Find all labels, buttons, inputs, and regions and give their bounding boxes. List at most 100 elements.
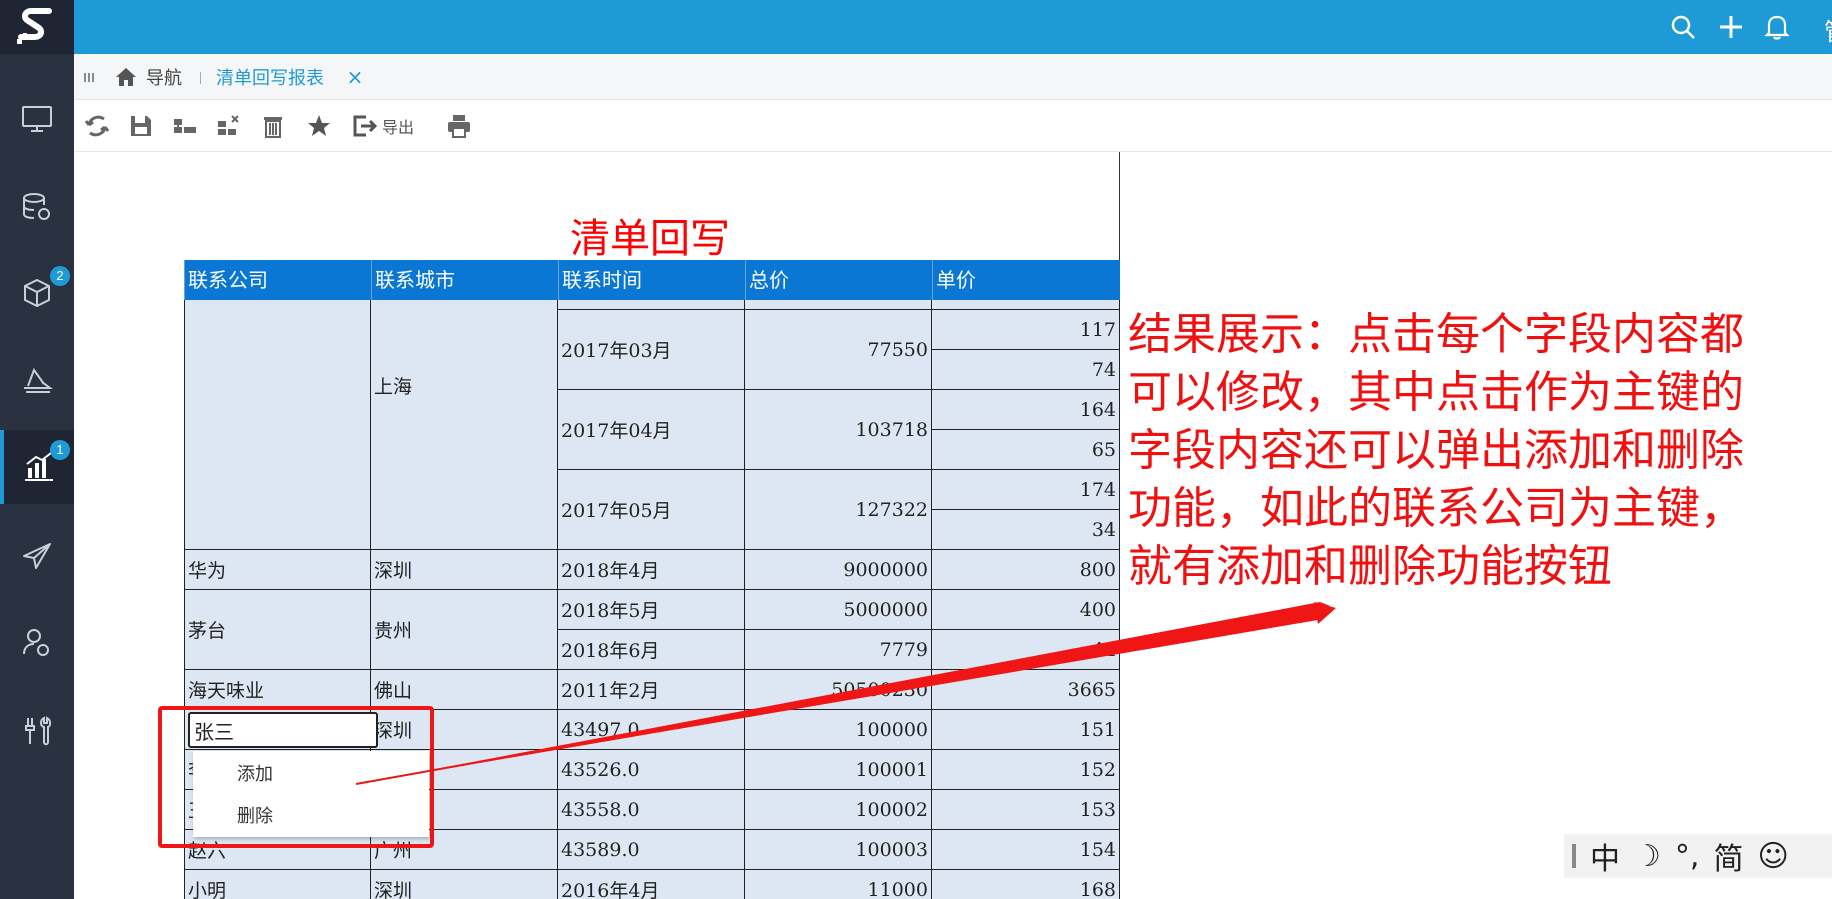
monitor-icon — [22, 106, 52, 132]
cell-unit[interactable]: 168 — [932, 870, 1120, 899]
header-unit: 单价 — [932, 260, 1120, 300]
cell-time[interactable]: 43558.0 — [558, 790, 745, 830]
sidebar-item-users[interactable] — [0, 606, 74, 680]
cell-total[interactable]: 100000 — [745, 710, 932, 750]
cell-city[interactable]: 深圳 — [371, 550, 558, 590]
sidebar-item-tools[interactable] — [0, 694, 74, 768]
cell-city[interactable]: 深圳 — [371, 870, 558, 899]
cell-time[interactable]: 2017年04月 — [558, 390, 745, 470]
cell-unit[interactable]: 34 — [932, 510, 1120, 550]
top-bar: 管 — [74, 0, 1832, 54]
cell-unit[interactable]: 44 — [932, 630, 1120, 670]
bell-icon — [1764, 15, 1790, 40]
cell-unit[interactable]: 74 — [932, 350, 1120, 390]
report-badge: 1 — [50, 440, 70, 460]
cell-unit[interactable]: 153 — [932, 790, 1120, 830]
close-icon: × — [346, 65, 364, 89]
save-button[interactable] — [128, 112, 154, 140]
cell-total[interactable]: 103718 — [745, 390, 932, 470]
sidebar-item-publish[interactable] — [0, 520, 74, 594]
cell-city[interactable]: 贵州 — [371, 590, 558, 670]
delete-row-button[interactable] — [216, 112, 242, 140]
cell-time[interactable]: 2016年4月 — [558, 870, 745, 899]
cell-time[interactable] — [558, 300, 745, 310]
annotation-line: 结果展示：点击每个字段内容都 — [1128, 309, 1744, 360]
sidebar-item-monitor[interactable] — [0, 82, 74, 156]
cell-unit[interactable]: 800 — [932, 550, 1120, 590]
cell-total[interactable]: 100001 — [745, 750, 932, 790]
cell-unit[interactable]: 117 — [932, 310, 1120, 350]
save-icon — [131, 116, 151, 136]
sidebar-item-model[interactable]: 2 — [0, 256, 74, 330]
cell-total[interactable]: 127322 — [745, 470, 932, 550]
cell-total[interactable]: 77550 — [745, 310, 932, 390]
emoji-icon[interactable]: ☺ — [1757, 839, 1788, 874]
cell-total[interactable]: 7779 — [745, 630, 932, 670]
tools-icon — [25, 716, 52, 746]
cell-company[interactable]: 小明 — [184, 870, 371, 899]
clear-button[interactable] — [260, 112, 286, 140]
cell-unit[interactable] — [932, 300, 1120, 310]
add-button[interactable] — [1714, 10, 1748, 44]
tab-home[interactable]: 导航 — [114, 64, 182, 90]
sidebar-item-datasource[interactable] — [0, 170, 74, 244]
sidebar-item-report[interactable]: 1 — [0, 430, 74, 504]
cell-total[interactable]: 100002 — [745, 790, 932, 830]
cell-time[interactable]: 2017年05月 — [558, 470, 745, 550]
annotation-line: 可以修改，其中点击作为主键的 — [1128, 367, 1744, 418]
cell-time[interactable]: 2017年03月 — [558, 310, 745, 390]
cell-unit[interactable]: 164 — [932, 390, 1120, 430]
add-row-button[interactable] — [172, 112, 198, 140]
cell-time[interactable]: 43589.0 — [558, 830, 745, 870]
cell-time[interactable]: 2018年5月 — [558, 590, 745, 630]
user-menu[interactable]: 管 — [1824, 12, 1832, 47]
cell-company[interactable] — [184, 300, 371, 550]
cell-time[interactable]: 43497.0 — [558, 710, 745, 750]
search-button[interactable] — [1666, 10, 1700, 44]
app-logo[interactable] — [0, 0, 74, 54]
export-icon — [353, 115, 378, 137]
sidebar-item-layers[interactable] — [0, 344, 74, 418]
ime-grip[interactable] — [1572, 844, 1576, 868]
cell-total[interactable]: 100003 — [745, 830, 932, 870]
delete-row-icon — [218, 115, 239, 135]
ime-punct-button[interactable]: °, — [1675, 839, 1700, 874]
favorite-button[interactable] — [306, 112, 332, 140]
cell-company[interactable]: 海天味业 — [184, 670, 371, 710]
cell-unit[interactable]: 154 — [932, 830, 1120, 870]
ime-lang-button[interactable]: 中 — [1590, 834, 1620, 878]
cell-city[interactable]: 佛山 — [371, 670, 558, 710]
tab-close-button[interactable]: × — [344, 65, 366, 89]
tab-menu-icon[interactable] — [82, 67, 98, 87]
cell-city[interactable]: 上海 — [371, 300, 558, 550]
tab-report-label: 清单回写报表 — [216, 68, 324, 89]
tab-report[interactable]: 清单回写报表 — [216, 64, 324, 90]
cell-total[interactable]: 9000000 — [745, 550, 932, 590]
cell-total[interactable]: 50500230 — [745, 670, 932, 710]
cell-unit[interactable]: 151 — [932, 710, 1120, 750]
star-icon — [308, 115, 330, 136]
cell-time[interactable]: 2018年6月 — [558, 630, 745, 670]
cell-unit[interactable]: 400 — [932, 590, 1120, 630]
notification-button[interactable] — [1760, 10, 1794, 44]
cell-time[interactable]: 2011年2月 — [558, 670, 745, 710]
cell-unit[interactable]: 174 — [932, 470, 1120, 510]
cell-company[interactable]: 华为 — [184, 550, 371, 590]
annotation-line: 字段内容还可以弹出添加和删除 — [1128, 425, 1744, 476]
refresh-button[interactable] — [84, 112, 110, 140]
cell-total[interactable]: 5000000 — [745, 590, 932, 630]
cell-unit[interactable]: 65 — [932, 430, 1120, 470]
highlight-box — [158, 706, 434, 848]
export-button[interactable]: 导出 — [352, 112, 414, 140]
cell-time[interactable]: 43526.0 — [558, 750, 745, 790]
cell-unit[interactable]: 3665 — [932, 670, 1120, 710]
cell-time[interactable]: 2018年4月 — [558, 550, 745, 590]
cell-total[interactable] — [745, 300, 932, 310]
sidebar: 2 1 — [0, 0, 74, 899]
cell-unit[interactable]: 152 — [932, 750, 1120, 790]
ime-simplified-button[interactable]: 简 — [1713, 834, 1743, 878]
print-button[interactable] — [446, 112, 472, 140]
cell-company[interactable]: 茅台 — [184, 590, 371, 670]
cell-total[interactable]: 11000 — [745, 870, 932, 899]
moon-icon[interactable]: ☽ — [1634, 839, 1661, 874]
